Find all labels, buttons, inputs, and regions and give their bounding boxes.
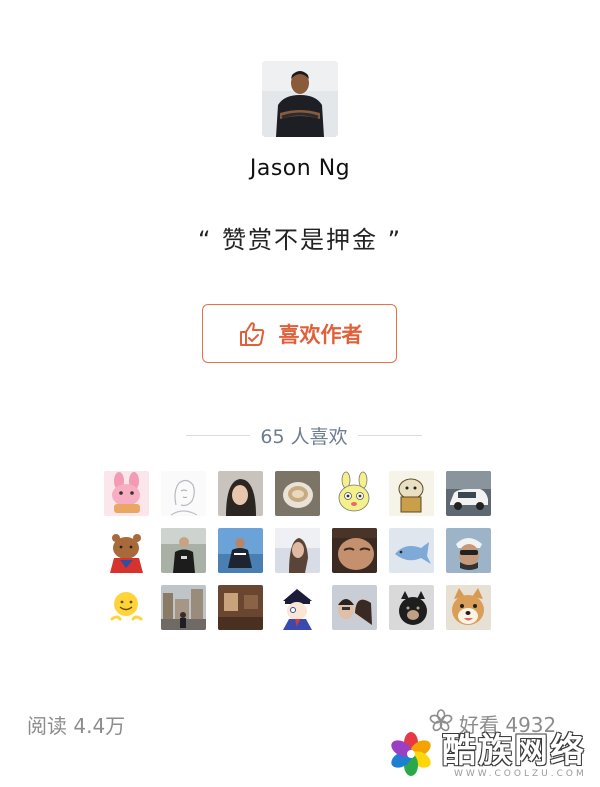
likes-count[interactable]: 65 人喜欢 — [260, 422, 347, 449]
like-author-label: 喜欢作者 — [278, 322, 363, 347]
author-name[interactable]: Jason Ng — [0, 156, 600, 181]
liker-avatar-grid — [104, 471, 494, 630]
liker-avatar-car[interactable] — [446, 471, 491, 516]
liker-avatar-man-standing[interactable] — [161, 528, 206, 573]
liker-avatar-bunny[interactable] — [332, 471, 377, 516]
liker-avatar-brown-room[interactable] — [218, 585, 263, 630]
watermark: 酷族网络 WWW.COOLZU.COM — [386, 728, 596, 784]
reward-slogan: “ 赞赏不是押金 ” — [197, 226, 403, 254]
liker-avatar-shiba[interactable] — [446, 585, 491, 630]
liker-avatar-pink-rabbit[interactable] — [104, 471, 149, 516]
liker-avatar-sketch[interactable] — [161, 471, 206, 516]
divider-right — [357, 434, 422, 436]
liker-avatar-bear[interactable] — [104, 528, 149, 573]
divider-left — [186, 434, 251, 436]
likes-header: 65 人喜欢 — [186, 422, 422, 448]
author-avatar[interactable] — [262, 61, 338, 137]
thumbs-up-icon — [237, 319, 267, 349]
like-author-button[interactable]: 喜欢作者 — [202, 304, 397, 363]
read-count: 阅读 4.4万 — [27, 714, 126, 738]
liker-avatar-face-closeup[interactable] — [332, 528, 377, 573]
watermark-title: 酷族网络 — [442, 731, 586, 771]
pinwheel-logo-icon — [386, 729, 436, 783]
liker-avatar-city-street[interactable] — [161, 585, 206, 630]
liker-avatar-couple[interactable] — [332, 585, 377, 630]
liker-avatar-woman-sunset[interactable] — [275, 528, 320, 573]
liker-avatar-smiley[interactable] — [104, 585, 149, 630]
liker-avatar-cyclist[interactable] — [446, 528, 491, 573]
liker-avatar-blue-fish[interactable] — [389, 528, 434, 573]
liker-avatar-woman[interactable] — [218, 471, 263, 516]
liker-avatar-anime[interactable] — [275, 585, 320, 630]
watermark-url: WWW.COOLZU.COM — [454, 769, 587, 779]
liker-avatar-black-dog[interactable] — [389, 585, 434, 630]
liker-avatar-cartoon-dog[interactable] — [389, 471, 434, 516]
liker-avatar-man-outdoor[interactable] — [218, 528, 263, 573]
liker-avatar-coffee[interactable] — [275, 471, 320, 516]
